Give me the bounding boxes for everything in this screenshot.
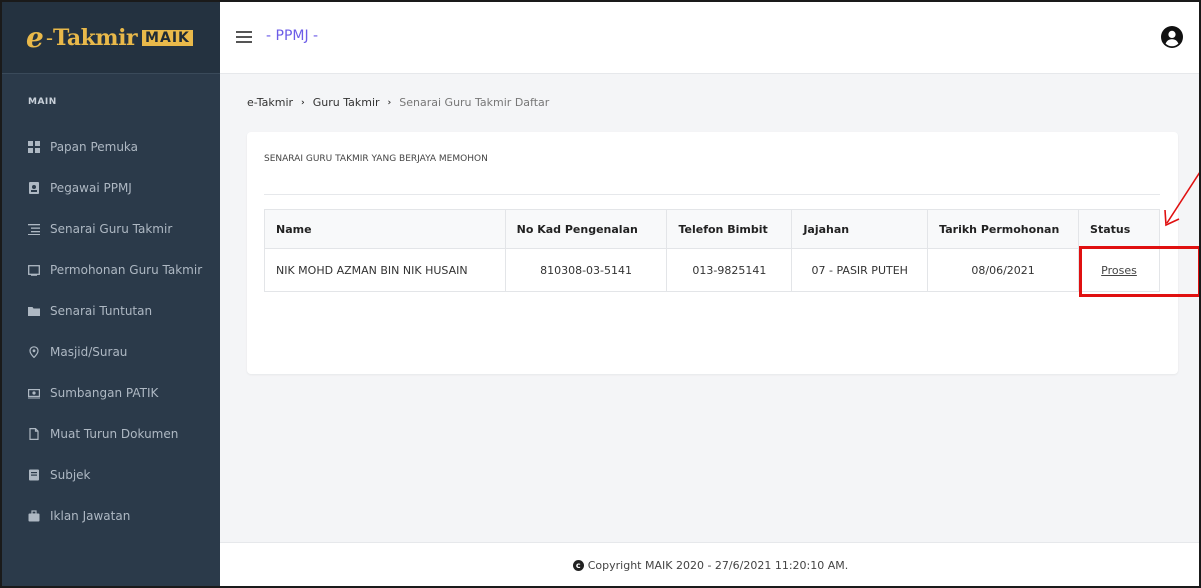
sidebar-item-iklan-jawatan[interactable]: Iklan Jawatan <box>2 495 220 536</box>
sidebar-item-permohonan-guru-takmir[interactable]: Permohonan Guru Takmir <box>2 249 220 290</box>
cell-name: NIK MOHD AZMAN BIN NIK HUSAIN <box>264 248 506 292</box>
logo-e: e <box>26 21 44 54</box>
header-brand: - PPMJ - <box>266 28 319 44</box>
sidebar-item-masjid-surau[interactable]: Masjid/Surau <box>2 331 220 372</box>
cell-date: 08/06/2021 <box>927 248 1080 292</box>
sidebar-item-label: Pegawai PPMJ <box>50 180 132 195</box>
column-header: Telefon Bimbit <box>666 209 793 249</box>
logo-dash: - <box>45 25 54 50</box>
hamburger-menu-icon[interactable] <box>236 31 252 43</box>
sidebar-item-papan-pemuka[interactable]: Papan Pemuka <box>2 126 220 167</box>
sidebar-item-sumbangan-patik[interactable]: Sumbangan PATIK <box>2 372 220 413</box>
card-title: SENARAI GURU TAKMIR YANG BERJAYA MEMOHON <box>264 154 488 164</box>
breadcrumb: e-Takmir › Guru Takmir › Senarai Guru Ta… <box>247 96 549 109</box>
logo-takmir: Takmir <box>53 24 138 51</box>
app-frame: e - Takmir MAIK MAIN Papan Pemuka Pegawa… <box>0 0 1201 588</box>
briefcase-icon <box>28 509 40 522</box>
sidebar: e - Takmir MAIK MAIN Papan Pemuka Pegawa… <box>2 2 220 586</box>
cell-jajahan: 07 - PASIR PUTEH <box>791 248 929 292</box>
map-pin-icon <box>28 345 40 358</box>
sidebar-item-label: Sumbangan PATIK <box>50 385 159 400</box>
sidebar-item-senarai-guru-takmir[interactable]: Senarai Guru Takmir <box>2 208 220 249</box>
sidebar-item-label: Masjid/Surau <box>50 344 128 359</box>
folder-icon <box>28 305 40 317</box>
table-header-row: Name No Kad Pengenalan Telefon Bimbit Ja… <box>264 209 1160 249</box>
window-icon <box>28 264 40 276</box>
list-card: SENARAI GURU TAKMIR YANG BERJAYA MEMOHON… <box>247 132 1178 374</box>
user-avatar-icon[interactable] <box>1161 26 1183 48</box>
column-header: Jajahan <box>791 209 929 249</box>
sidebar-item-label: Senarai Guru Takmir <box>50 221 173 236</box>
table-row: NIK MOHD AZMAN BIN NIK HUSAIN 810308-03-… <box>264 248 1160 292</box>
sidebar-section-label: MAIN <box>28 97 57 107</box>
chevron-right-icon: › <box>387 97 392 108</box>
sidebar-item-label: Permohonan Guru Takmir <box>50 262 203 277</box>
sidebar-item-label: Senarai Tuntutan <box>50 303 153 318</box>
cell-phone: 013-9825141 <box>666 248 793 292</box>
breadcrumb-current: Senarai Guru Takmir Daftar <box>399 96 550 109</box>
book-icon <box>28 469 40 481</box>
sidebar-item-muat-turun-dokumen[interactable]: Muat Turun Dokumen <box>2 413 220 454</box>
sidebar-item-subjek[interactable]: Subjek <box>2 454 220 495</box>
sidebar-item-label: Papan Pemuka <box>50 139 139 154</box>
sidebar-item-senarai-tuntutan[interactable]: Senarai Tuntutan <box>2 290 220 331</box>
list-icon <box>28 223 40 235</box>
dashboard-icon <box>28 140 40 153</box>
file-icon <box>28 427 40 440</box>
id-badge-icon <box>28 181 40 194</box>
breadcrumb-item-guru-takmir[interactable]: Guru Takmir <box>313 96 380 109</box>
breadcrumb-item-etakmir[interactable]: e-Takmir <box>247 96 293 109</box>
annotation-arrow-icon <box>1164 172 1199 227</box>
chevron-right-icon: › <box>301 97 305 108</box>
logo-maik: MAIK <box>142 29 193 46</box>
cell-ic-number: 810308-03-5141 <box>504 248 668 292</box>
sidebar-item-pegawai-ppmj[interactable]: Pegawai PPMJ <box>2 167 220 208</box>
sidebar-item-label: Iklan Jawatan <box>50 508 131 523</box>
money-icon <box>28 387 40 399</box>
divider <box>264 194 1160 195</box>
highlight-box <box>1079 246 1199 297</box>
copyright-icon: c <box>572 560 584 571</box>
footer: c Copyright MAIK 2020 - 27/6/2021 11:20:… <box>220 542 1199 586</box>
app-logo[interactable]: e - Takmir MAIK <box>2 2 220 74</box>
sidebar-item-label: Subjek <box>50 467 91 482</box>
top-header: - PPMJ - <box>220 2 1199 74</box>
applicants-table: Name No Kad Pengenalan Telefon Bimbit Ja… <box>264 209 1160 292</box>
sidebar-item-label: Muat Turun Dokumen <box>50 426 179 441</box>
column-header: Name <box>264 209 506 249</box>
column-header: Tarikh Permohonan <box>927 209 1080 249</box>
footer-text: Copyright MAIK 2020 - 27/6/2021 11:20:10… <box>587 559 849 572</box>
column-header: Status <box>1078 209 1160 249</box>
column-header: No Kad Pengenalan <box>504 209 668 249</box>
